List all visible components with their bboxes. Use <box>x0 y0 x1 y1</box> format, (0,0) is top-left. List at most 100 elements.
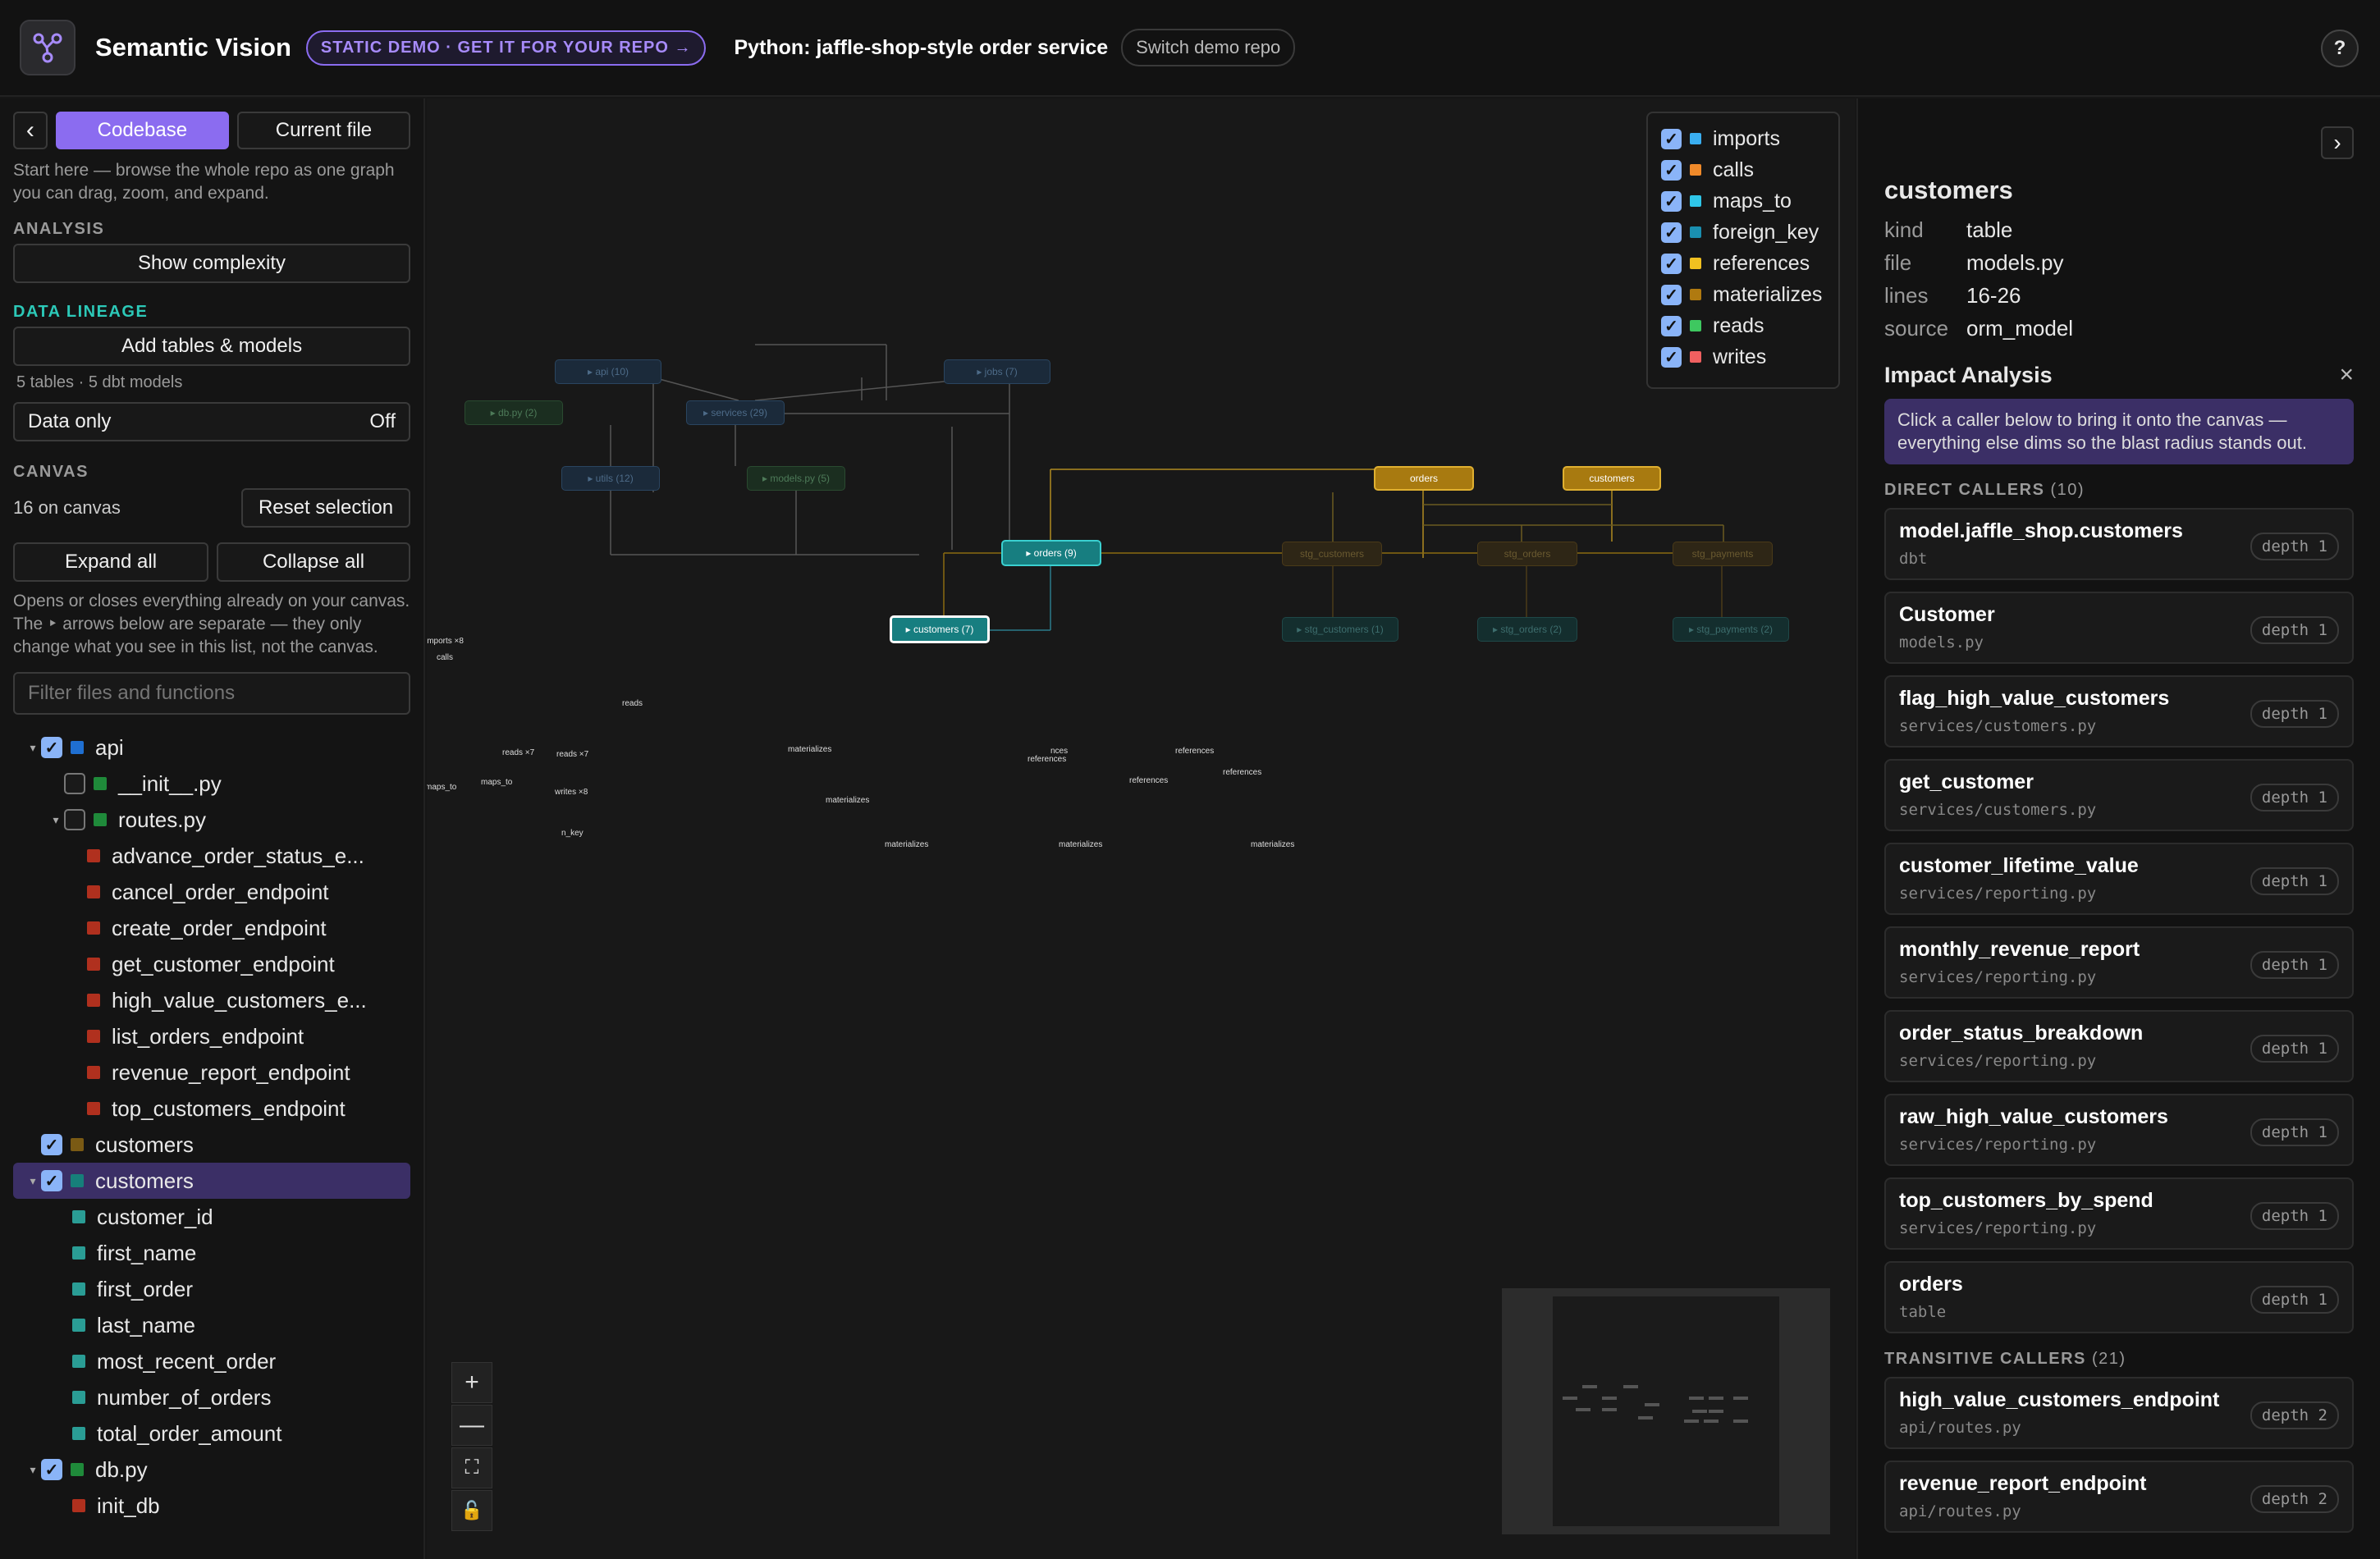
tree-item[interactable]: top_customers_endpoint <box>13 1090 410 1127</box>
tree-item[interactable]: first_order <box>13 1271 410 1307</box>
legend-item[interactable]: ✓ maps_to <box>1661 185 1825 217</box>
caller-card[interactable]: Customer models.py depth 1 <box>1884 592 2354 664</box>
tab-current-file[interactable]: Current file <box>236 112 410 149</box>
legend-checkbox[interactable]: ✓ <box>1661 128 1682 149</box>
tree-item[interactable]: total_order_amount <box>13 1415 410 1452</box>
caller-card[interactable]: get_customer services/customers.py depth 1 <box>1884 759 2354 831</box>
caller-card[interactable]: model.jaffle_shop.customers dbt depth 1 <box>1884 508 2354 580</box>
tree-item[interactable]: ▾ ✓ customers <box>13 1163 410 1199</box>
caller-card[interactable]: revenue_report_endpoint api/routes.py dept… <box>1884 1461 2354 1533</box>
expand-arrow-icon[interactable]: ▾ <box>48 813 64 827</box>
show-complexity-button[interactable]: Show complexity <box>13 244 410 283</box>
legend-checkbox[interactable]: ✓ <box>1661 346 1682 368</box>
collapse-panel-button[interactable]: › <box>2321 126 2354 159</box>
caller-card[interactable]: top_customers_by_spend services/reporting… <box>1884 1177 2354 1250</box>
graph-edge <box>652 377 739 401</box>
tree-item[interactable]: ▾ ✓ api <box>13 729 410 766</box>
tree-item[interactable]: ✓ customers <box>13 1127 410 1163</box>
edge-label: references <box>1129 776 1169 785</box>
graph-node-orders_m[interactable]: ▸ orders (9) <box>1001 540 1101 566</box>
switch-demo-repo-button[interactable]: Switch demo repo <box>1121 29 1296 66</box>
tree-item[interactable]: last_name <box>13 1307 410 1343</box>
graph-node-stg_payments[interactable]: stg_payments <box>1673 542 1773 566</box>
zoom-in-button[interactable]: + <box>451 1362 492 1403</box>
graph-node-stg_payments_s[interactable]: ▸ stg_payments (2) <box>1673 617 1789 642</box>
graph-node-orders_t[interactable]: orders <box>1374 466 1474 491</box>
caller-card[interactable]: raw_high_value_customers services/reporti… <box>1884 1094 2354 1166</box>
legend-item[interactable]: ✓ calls <box>1661 154 1825 185</box>
graph-node-dbpy[interactable]: ▸ db.py (2) <box>465 400 563 425</box>
tree-checkbox[interactable]: ✓ <box>41 737 62 758</box>
tree-item[interactable]: customer_id <box>13 1199 410 1235</box>
zoom-out-button[interactable]: — <box>451 1405 492 1446</box>
graph-node-modelspy[interactable]: ▸ models.py (5) <box>747 466 845 491</box>
legend-item[interactable]: ✓ writes <box>1661 341 1825 373</box>
tree-checkbox[interactable] <box>64 773 85 794</box>
legend-checkbox[interactable]: ✓ <box>1661 253 1682 274</box>
tree-checkbox[interactable] <box>64 809 85 830</box>
graph-node-stg_orders[interactable]: stg_orders <box>1477 542 1577 566</box>
tree-item[interactable]: list_orders_endpoint <box>13 1018 410 1054</box>
expand-arrow-icon[interactable]: ▾ <box>25 741 41 755</box>
collapse-sidebar-button[interactable]: ‹ <box>13 112 48 149</box>
tree-item[interactable]: high_value_customers_e... <box>13 982 410 1018</box>
expand-arrow-icon[interactable]: ▾ <box>25 1174 41 1188</box>
tree-item[interactable]: get_customer_endpoint <box>13 946 410 982</box>
tree-checkbox[interactable]: ✓ <box>41 1170 62 1191</box>
legend-checkbox[interactable]: ✓ <box>1661 222 1682 243</box>
tree-item[interactable]: init_db <box>13 1488 410 1524</box>
collapse-all-button[interactable]: Collapse all <box>217 542 410 582</box>
legend-checkbox[interactable]: ✓ <box>1661 284 1682 305</box>
tree-item[interactable]: advance_order_status_e... <box>13 838 410 874</box>
graph-node-services[interactable]: ▸ services (29) <box>686 400 785 425</box>
tree-item[interactable]: __init__.py <box>13 766 410 802</box>
expand-arrow-icon[interactable]: ▾ <box>25 1463 41 1477</box>
close-impact-icon[interactable]: × <box>2339 361 2354 389</box>
legend-item[interactable]: ✓ materializes <box>1661 279 1825 310</box>
tree-checkbox[interactable]: ✓ <box>41 1459 62 1480</box>
legend-item[interactable]: ✓ reads <box>1661 310 1825 341</box>
help-button[interactable]: ? <box>2321 30 2359 67</box>
tab-codebase[interactable]: Codebase <box>55 112 229 149</box>
depth-badge: depth 1 <box>2250 1202 2339 1230</box>
legend-checkbox[interactable]: ✓ <box>1661 159 1682 181</box>
tree-item[interactable]: most_recent_order <box>13 1343 410 1379</box>
legend-checkbox[interactable]: ✓ <box>1661 190 1682 212</box>
tree-item[interactable]: number_of_orders <box>13 1379 410 1415</box>
graph-node-customers_m[interactable]: ▸ customers (7) <box>890 615 990 643</box>
add-tables-button[interactable]: Add tables & models <box>13 327 410 366</box>
tree-item[interactable]: ▾ ✓ db.py <box>13 1452 410 1488</box>
caller-card[interactable]: monthly_revenue_report services/reporting… <box>1884 926 2354 999</box>
tree-item[interactable]: create_order_endpoint <box>13 910 410 946</box>
caller-card[interactable]: order_status_breakdown services/reporting… <box>1884 1010 2354 1082</box>
graph-canvas[interactable]: ▸ api (10) ▸ jobs (7) ▸ db.py (2) ▸ service… <box>427 98 1855 1559</box>
graph-node-stg_customers[interactable]: stg_customers <box>1282 542 1382 566</box>
reset-selection-button[interactable]: Reset selection <box>241 488 410 528</box>
static-demo-badge[interactable]: STATIC DEMO · GET IT FOR YOUR REPO → <box>305 30 707 66</box>
legend-checkbox[interactable]: ✓ <box>1661 315 1682 336</box>
caller-card[interactable]: high_value_customers_endpoint api/routes.… <box>1884 1377 2354 1449</box>
tree-checkbox[interactable]: ✓ <box>41 1134 62 1155</box>
tree-item[interactable]: revenue_report_endpoint <box>13 1054 410 1090</box>
graph-node-customers_t[interactable]: customers <box>1563 466 1661 491</box>
expand-all-button[interactable]: Expand all <box>13 542 208 582</box>
graph-node-jobs[interactable]: ▸ jobs (7) <box>944 359 1050 384</box>
legend-item[interactable]: ✓ imports <box>1661 123 1825 154</box>
legend-item[interactable]: ✓ foreign_key <box>1661 217 1825 248</box>
tree-item[interactable]: first_name <box>13 1235 410 1271</box>
graph-node-api[interactable]: ▸ api (10) <box>555 359 661 384</box>
fit-view-button[interactable]: ⛶ <box>451 1447 492 1488</box>
graph-node-stg_customers_s[interactable]: ▸ stg_customers (1) <box>1282 617 1398 642</box>
tree-item[interactable]: cancel_order_endpoint <box>13 874 410 910</box>
tree-item[interactable]: ▾ routes.py <box>13 802 410 838</box>
legend-item[interactable]: ✓ references <box>1661 248 1825 279</box>
graph-node-stg_orders_s[interactable]: ▸ stg_orders (2) <box>1477 617 1577 642</box>
caller-card[interactable]: flag_high_value_customers services/custom… <box>1884 675 2354 747</box>
lock-icon[interactable]: 🔓 <box>451 1490 492 1531</box>
filter-input[interactable] <box>13 672 410 715</box>
caller-card[interactable]: orders table depth 1 <box>1884 1261 2354 1333</box>
minimap[interactable] <box>1502 1288 1830 1534</box>
data-only-toggle[interactable]: Data only Off <box>13 402 410 441</box>
graph-node-utils[interactable]: ▸ utils (12) <box>561 466 660 491</box>
caller-card[interactable]: customer_lifetime_value services/reportin… <box>1884 843 2354 915</box>
